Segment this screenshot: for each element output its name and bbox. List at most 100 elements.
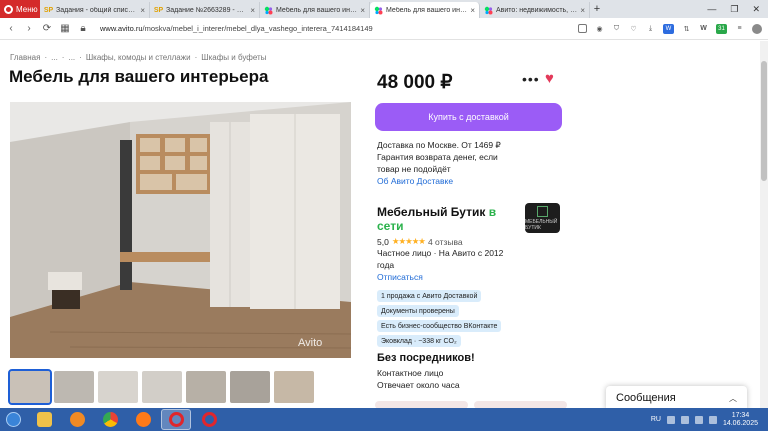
seller-logo-mark-icon <box>537 205 548 217</box>
extension-badge-icon[interactable]: 31 <box>716 23 727 34</box>
messages-label: Сообщения <box>616 392 676 404</box>
forward-icon[interactable]: › <box>24 23 34 34</box>
close-tab-icon[interactable]: × <box>140 6 145 15</box>
favorite-heart-icon[interactable]: ♥ <box>545 70 554 87</box>
thumbnail[interactable] <box>274 371 314 403</box>
flag-icon[interactable] <box>708 415 717 424</box>
start-button[interactable] <box>0 408 26 431</box>
network-icon[interactable] <box>680 415 689 424</box>
lock-icon: 🔒︎ <box>80 23 86 34</box>
more-options-icon[interactable]: ••• <box>522 71 540 87</box>
taskbar-media-player[interactable] <box>62 409 92 430</box>
avito-favicon-icon <box>484 6 493 15</box>
thumbnail[interactable] <box>230 371 270 403</box>
thumbnail[interactable] <box>142 371 182 403</box>
language-indicator[interactable]: RU <box>651 416 661 423</box>
taskbar-chrome[interactable] <box>95 409 125 430</box>
reload-icon[interactable]: ⟳ <box>42 23 52 34</box>
seller-name-text[interactable]: Мебельный Бутик <box>377 205 485 219</box>
breadcrumb: Главная · ... · ... · Шкафы, комоды и ст… <box>10 53 266 62</box>
scrollbar-thumb[interactable] <box>761 61 767 181</box>
url-host: www.avito.ru <box>100 24 143 33</box>
close-window-icon[interactable]: ✕ <box>752 4 760 15</box>
taskbar-firefox[interactable] <box>128 409 158 430</box>
seller-rating[interactable]: 5,0 ★★★★★ 4 отзыва <box>377 236 463 247</box>
no-intermediaries-heading: Без посредников! <box>377 352 475 364</box>
reviews-count[interactable]: 4 отзыва <box>428 237 463 247</box>
thumbnail[interactable] <box>8 369 52 405</box>
seller-logo-text: МЕБЕЛЬНЫЙ БУТИК <box>525 218 558 231</box>
taskbar-opera[interactable] <box>194 409 224 430</box>
breadcrumb-item[interactable]: Главная <box>10 53 40 62</box>
browser-tab[interactable]: SP Задания - общий список ... × <box>40 2 150 18</box>
price: 48 000 ₽ <box>377 72 453 93</box>
taskbar-opera-active[interactable] <box>161 409 191 430</box>
tab-title: Мебель для вашего интер... <box>276 6 357 14</box>
breadcrumb-item[interactable]: ... <box>51 53 58 62</box>
windows-logo-icon <box>5 412 21 427</box>
clock-date: 14.06.2025 <box>722 419 758 427</box>
close-tab-icon[interactable]: × <box>250 6 255 15</box>
clock[interactable]: 17:34 14.06.2025 <box>723 412 758 428</box>
browser-tab[interactable]: Мебель для вашего интер... × <box>260 2 370 18</box>
page-title: Мебель для вашего интерьера <box>9 67 269 86</box>
url-field[interactable]: www.avito.ru/moskva/mebel_i_interer/mebe… <box>100 24 373 33</box>
system-tray: RU 17:34 14.06.2025 <box>651 412 768 428</box>
maximize-icon[interactable]: ❐ <box>730 4 738 15</box>
taskbar-explorer[interactable] <box>29 409 59 430</box>
browser-tab[interactable]: SP Задание №2663289 - про... × <box>150 2 260 18</box>
page-scrollbar[interactable] <box>760 41 768 408</box>
shield-icon[interactable]: ⛉ <box>612 24 621 33</box>
seller-name[interactable]: Мебельный Бутик в сети <box>377 205 497 233</box>
back-icon[interactable]: ‹ <box>6 23 16 34</box>
camera-icon[interactable]: ◉ <box>595 24 604 33</box>
clock-time: 17:34 <box>731 411 750 419</box>
breadcrumb-item[interactable]: Шкафы и буфеты <box>201 53 266 62</box>
avito-listing-page: Главная · ... · ... · Шкафы, комоды и ст… <box>0 41 768 408</box>
menu-lines-icon[interactable]: ≡ <box>735 24 744 33</box>
close-tab-icon[interactable]: × <box>470 6 475 15</box>
breadcrumb-separator: · <box>44 53 48 62</box>
browser-menu-button[interactable]: Меню <box>0 0 40 18</box>
tray-arrow-icon[interactable] <box>666 415 675 424</box>
volume-icon[interactable] <box>694 415 703 424</box>
browser-tab-active[interactable]: Мебель для вашего интер... × <box>370 2 480 18</box>
thumbnail[interactable] <box>54 371 94 403</box>
rating-value: 5,0 <box>377 236 389 247</box>
breadcrumb-separator: · <box>194 53 198 62</box>
unsubscribe-link[interactable]: Отписаться <box>377 272 423 282</box>
tab-title: Авито: недвижимость, тр... <box>496 6 578 14</box>
close-tab-icon[interactable]: × <box>580 6 585 15</box>
avito-watermark: Avito <box>298 337 322 349</box>
listing-main-photo[interactable]: Avito <box>10 102 351 358</box>
browser-tab[interactable]: Авито: недвижимость, тр... × <box>480 2 590 18</box>
buy-with-delivery-button[interactable]: Купить с доставкой <box>375 103 562 131</box>
close-tab-icon[interactable]: × <box>360 6 365 15</box>
guarantee-text: Гарантия возврата денег, если товар не п… <box>377 152 498 174</box>
extension-w-icon[interactable]: W <box>663 23 674 34</box>
tab-title: Мебель для вашего интер... <box>386 6 467 14</box>
seller-logo[interactable]: МЕБЕЛЬНЫЙ БУТИК <box>525 203 560 233</box>
minimize-icon[interactable]: — <box>707 4 716 15</box>
extension-icon[interactable]: ⇅ <box>682 24 691 33</box>
profile-avatar-icon[interactable] <box>752 23 762 34</box>
menu-label: Меню <box>16 4 38 14</box>
thumbnail[interactable] <box>186 371 226 403</box>
action-button[interactable] <box>375 401 468 408</box>
thumbnail[interactable] <box>98 371 138 403</box>
breadcrumb-item[interactable]: ... <box>68 53 75 62</box>
extension-w2-icon[interactable]: W <box>699 24 708 33</box>
opera-icon <box>201 412 217 427</box>
delivery-link[interactable]: Об Авито Доставке <box>377 175 517 187</box>
speed-dial-icon[interactable]: ▦ <box>60 23 70 34</box>
messages-panel[interactable]: Сообщения ︿ <box>606 386 747 408</box>
new-tab-button[interactable]: + <box>590 3 604 15</box>
heart-outline-icon[interactable]: ♡ <box>629 24 638 33</box>
avito-favicon-icon <box>374 6 383 15</box>
breadcrumb-item[interactable]: Шкафы, комоды и стеллажи <box>86 53 191 62</box>
download-icon[interactable]: ⤓ <box>646 24 655 33</box>
chevron-up-icon[interactable]: ︿ <box>729 393 737 404</box>
action-button[interactable] <box>474 401 567 408</box>
translate-icon[interactable] <box>578 24 587 33</box>
url-path: /moskva/mebel_i_interer/mebel_dlya_vashe… <box>142 24 373 33</box>
